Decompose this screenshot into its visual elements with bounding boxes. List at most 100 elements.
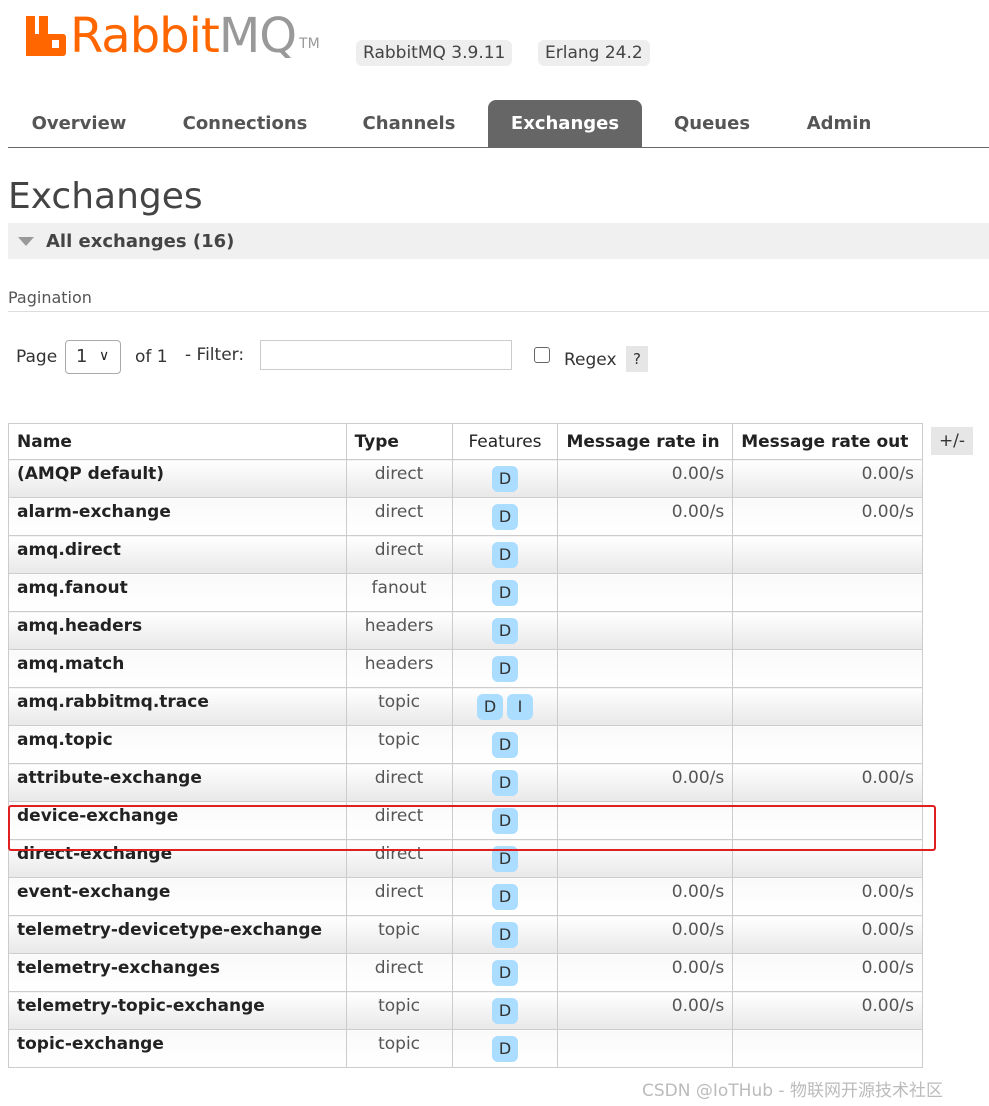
exchange-features: D (451, 1029, 559, 1068)
filter-input[interactable] (260, 340, 512, 370)
durable-badge: D (477, 694, 503, 720)
durable-badge: D (492, 580, 518, 606)
durable-badge: D (492, 504, 518, 530)
section-title: All exchanges (16) (46, 231, 235, 252)
logo-trademark: TM (299, 36, 320, 52)
toggle-columns-button[interactable]: +/- (931, 427, 973, 455)
exchange-type: direct (345, 953, 453, 992)
main-nav: Overview Connections Channels Exchanges … (8, 100, 989, 148)
exchange-name-link[interactable]: device-exchange (8, 801, 347, 840)
column-header-features: Features (451, 423, 559, 460)
rabbitmq-logo[interactable]: RabbitMQ TM (26, 10, 320, 62)
message-rate-out (732, 535, 923, 574)
message-rate-out (732, 687, 923, 726)
exchange-name-link[interactable]: amq.rabbitmq.trace (8, 687, 347, 726)
tab-queues[interactable]: Queues (654, 100, 770, 147)
exchange-name-link[interactable]: amq.headers (8, 611, 347, 650)
exchange-name-link[interactable]: telemetry-devicetype-exchange (8, 915, 347, 954)
exchange-name-link[interactable]: attribute-exchange (8, 763, 347, 802)
table-row: event-exchange direct D 0.00/s 0.00/s (8, 877, 923, 916)
exchange-features: D (451, 649, 559, 688)
durable-badge: D (492, 808, 518, 834)
exchange-features: D (451, 801, 559, 840)
table-row: attribute-exchange direct D 0.00/s 0.00/s (8, 763, 923, 802)
durable-badge: D (492, 846, 518, 872)
column-header-name[interactable]: Name (8, 423, 347, 460)
durable-badge: D (492, 884, 518, 910)
exchange-type: topic (345, 1029, 453, 1068)
regex-help-button[interactable]: ? (626, 346, 648, 372)
tab-connections[interactable]: Connections (168, 100, 322, 147)
message-rate-in (557, 839, 734, 878)
exchange-name-link[interactable]: event-exchange (8, 877, 347, 916)
exchange-type: direct (345, 801, 453, 840)
exchange-features: D (451, 459, 559, 498)
column-header-type[interactable]: Type (345, 423, 453, 460)
durable-badge: D (492, 732, 518, 758)
exchange-name-link[interactable]: amq.topic (8, 725, 347, 764)
message-rate-in (557, 535, 734, 574)
exchange-name-link[interactable]: telemetry-topic-exchange (8, 991, 347, 1030)
tab-overview[interactable]: Overview (8, 100, 150, 147)
exchange-name-link[interactable]: amq.match (8, 649, 347, 688)
logo-mq-text: MQ (218, 8, 297, 64)
table-row: amq.match headers D (8, 649, 923, 688)
exchange-type: direct (345, 535, 453, 574)
rabbitmq-exchanges-page: RabbitMQ TM RabbitMQ 3.9.11 Erlang 24.2 … (0, 0, 989, 1106)
exchange-features: D (451, 877, 559, 916)
exchange-features: D (451, 573, 559, 612)
message-rate-out: 0.00/s (732, 763, 923, 802)
tab-admin[interactable]: Admin (786, 100, 892, 147)
table-row: telemetry-exchanges direct D 0.00/s 0.00/s (8, 953, 923, 992)
page-select-value: 1 (76, 346, 88, 367)
message-rate-out: 0.00/s (732, 877, 923, 916)
exchange-name-link[interactable]: (AMQP default) (8, 459, 347, 498)
exchange-type: direct (345, 763, 453, 802)
exchange-name-link[interactable]: topic-exchange (8, 1029, 347, 1068)
exchange-type: topic (345, 991, 453, 1030)
all-exchanges-section-toggle[interactable]: All exchanges (16) (8, 223, 989, 259)
exchange-name-link[interactable]: amq.direct (8, 535, 347, 574)
table-row: telemetry-devicetype-exchange topic D 0.00/… (8, 915, 923, 954)
exchange-type: direct (345, 459, 453, 498)
message-rate-out: 0.00/s (732, 497, 923, 536)
exchange-name-link[interactable]: amq.fanout (8, 573, 347, 612)
page-label: Page (16, 347, 58, 367)
durable-badge: D (492, 656, 518, 682)
table-row: device-exchange direct D (8, 801, 923, 840)
exchange-features: D (451, 839, 559, 878)
message-rate-out (732, 573, 923, 612)
exchange-name-link[interactable]: telemetry-exchanges (8, 953, 347, 992)
durable-badge: D (492, 770, 518, 796)
exchange-features: D (451, 535, 559, 574)
page-select[interactable]: 1 ∨ (65, 340, 121, 374)
exchange-type: direct (345, 839, 453, 878)
table-row: direct-exchange direct D (8, 839, 923, 878)
message-rate-out: 0.00/s (732, 991, 923, 1030)
message-rate-in: 0.00/s (557, 497, 734, 536)
exchange-name-link[interactable]: direct-exchange (8, 839, 347, 878)
message-rate-out (732, 649, 923, 688)
regex-checkbox[interactable] (534, 347, 550, 363)
page-count-label: of 1 (135, 347, 168, 367)
table-row: amq.rabbitmq.trace topic D I (8, 687, 923, 726)
message-rate-out: 0.00/s (732, 915, 923, 954)
durable-badge: D (492, 1036, 518, 1062)
exchange-type: topic (345, 687, 453, 726)
message-rate-in (557, 611, 734, 650)
exchange-name-link[interactable]: alarm-exchange (8, 497, 347, 536)
exchange-features: D (451, 725, 559, 764)
message-rate-in (557, 1029, 734, 1068)
message-rate-in (557, 687, 734, 726)
table-row: amq.topic topic D (8, 725, 923, 764)
table-row: topic-exchange topic D (8, 1029, 923, 1068)
tab-exchanges[interactable]: Exchanges (488, 100, 642, 147)
message-rate-out (732, 839, 923, 878)
tab-channels[interactable]: Channels (344, 100, 474, 147)
message-rate-out (732, 801, 923, 840)
regex-label: Regex (564, 350, 617, 370)
exchange-type: topic (345, 915, 453, 954)
rabbitmq-logo-icon (26, 16, 66, 56)
table-row: (AMQP default) direct D 0.00/s 0.00/s (8, 459, 923, 498)
durable-badge: D (492, 922, 518, 948)
